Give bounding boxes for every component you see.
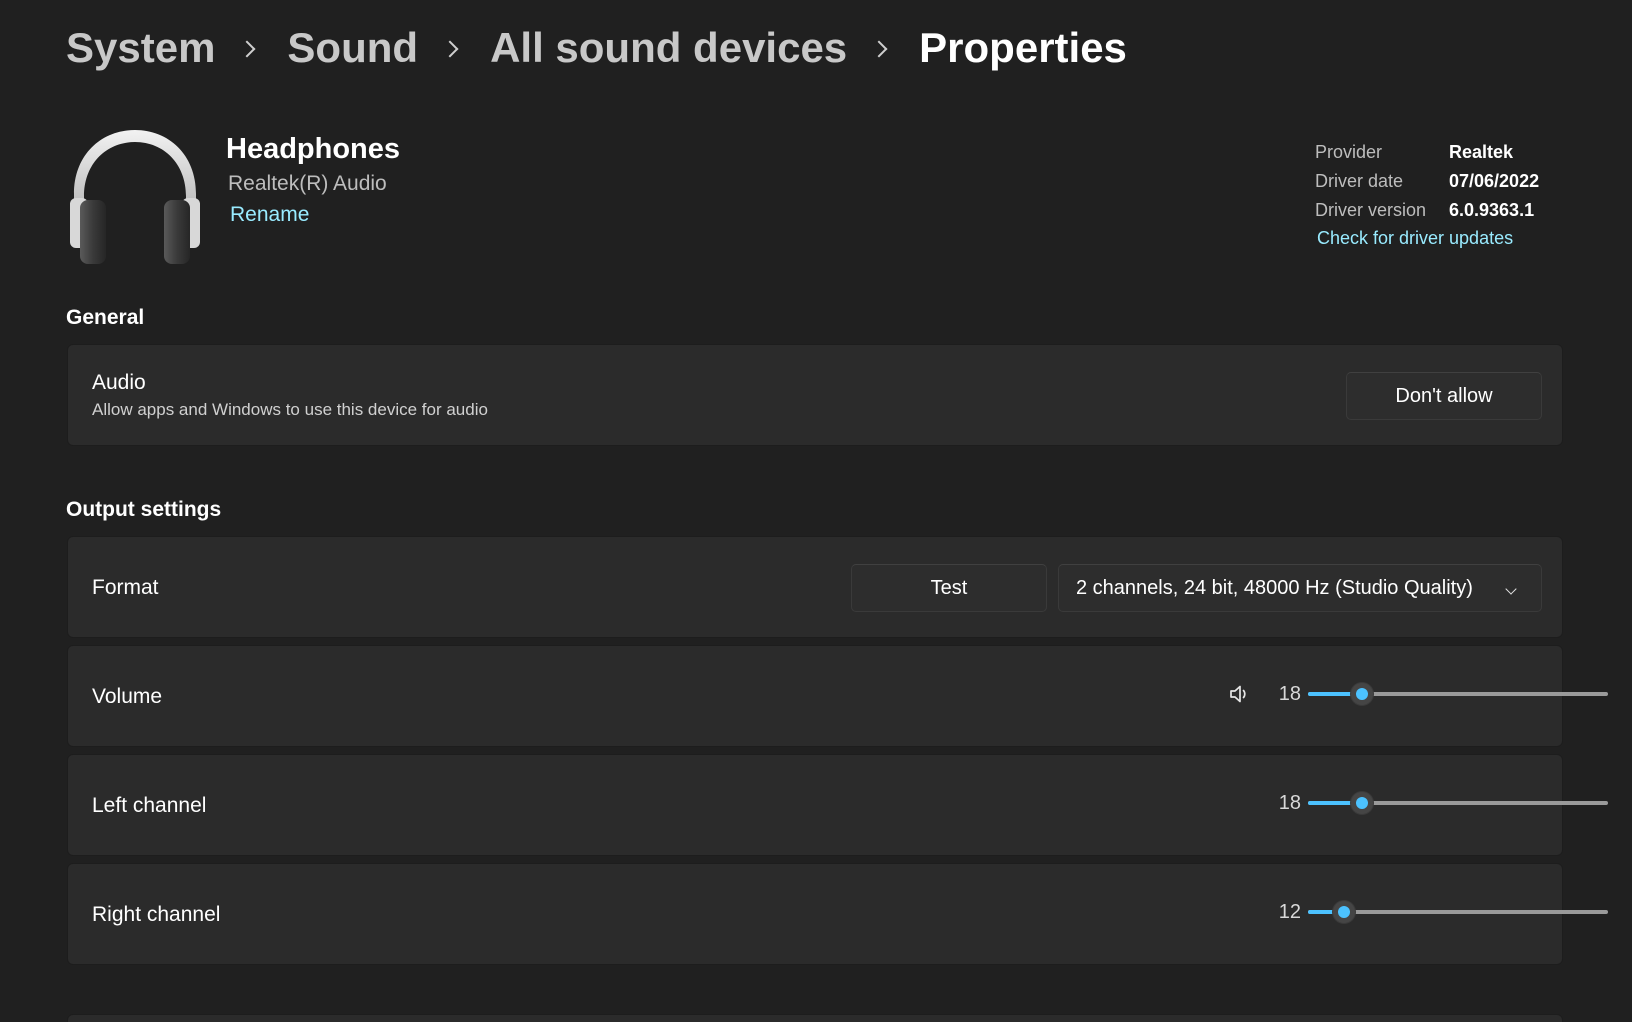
driver-value: 07/06/2022	[1449, 171, 1540, 191]
headphones-icon	[70, 130, 200, 264]
chevron-right-icon	[870, 40, 888, 58]
volume-value: 18	[1278, 683, 1301, 705]
audio-title: Audio	[92, 371, 146, 394]
driver-row-version: Driver version 6.0.9363.1	[1315, 196, 1539, 225]
volume-title: Volume	[92, 685, 163, 708]
slider-thumb[interactable]	[1332, 900, 1356, 924]
breadcrumb: System Sound All sound devices Propertie…	[66, 24, 1127, 72]
volume-slider[interactable]	[1308, 682, 1608, 706]
next-card-partial	[67, 1014, 1563, 1022]
audio-card: Audio Allow apps and Windows to use this…	[67, 344, 1563, 446]
right-channel-card: Right channel 12	[67, 863, 1608, 965]
right-channel-value: 12	[1278, 901, 1301, 923]
driver-label: Driver version	[1315, 200, 1427, 220]
sound-properties-page: System Sound All sound devices Propertie…	[0, 0, 1632, 1022]
dont-allow-button[interactable]: Don't allow	[1346, 372, 1542, 420]
format-title: Format	[92, 576, 159, 599]
device-subtitle: Realtek(R) Audio	[228, 172, 387, 195]
driver-label: Driver date	[1315, 171, 1404, 191]
breadcrumb-sound[interactable]: Sound	[287, 24, 418, 72]
slider-thumb[interactable]	[1350, 791, 1374, 815]
page-title: Properties	[919, 24, 1127, 71]
chevron-down-icon	[1505, 583, 1517, 595]
rename-link[interactable]: Rename	[230, 203, 309, 227]
chevron-right-icon	[441, 40, 459, 58]
driver-row-provider: Provider Realtek	[1315, 138, 1539, 167]
slider-thumb[interactable]	[1350, 682, 1374, 706]
left-channel-card: Left channel 18	[67, 754, 1608, 856]
breadcrumb-all-sound-devices[interactable]: All sound devices	[490, 24, 847, 72]
right-channel-slider[interactable]	[1308, 900, 1608, 924]
left-channel-value: 18	[1278, 792, 1301, 814]
chevron-right-icon	[238, 40, 256, 58]
left-channel-title: Left channel	[92, 794, 207, 817]
left-channel-slider[interactable]	[1308, 791, 1608, 815]
volume-card: Volume 18	[67, 645, 1608, 747]
driver-row-date: Driver date 07/06/2022	[1315, 167, 1539, 196]
driver-info: Provider Realtek Driver date 07/06/2022 …	[1315, 138, 1539, 225]
check-driver-updates-link[interactable]: Check for driver updates	[1317, 228, 1513, 249]
format-card: Format Test 2 channels, 24 bit, 48000 Hz…	[67, 536, 1563, 638]
driver-value: Realtek	[1449, 142, 1514, 162]
format-selected-value: 2 channels, 24 bit, 48000 Hz (Studio Qua…	[1076, 576, 1473, 599]
section-title-output: Output settings	[66, 498, 222, 521]
breadcrumb-system[interactable]: System	[66, 24, 215, 72]
driver-value: 6.0.9363.1	[1449, 200, 1535, 220]
speaker-icon[interactable]	[1228, 682, 1252, 706]
audio-description: Allow apps and Windows to use this devic…	[92, 400, 488, 419]
device-name: Headphones	[226, 133, 401, 165]
driver-label: Provider	[1315, 142, 1383, 162]
test-button[interactable]: Test	[851, 564, 1047, 612]
section-title-general: General	[66, 306, 145, 329]
format-dropdown[interactable]: 2 channels, 24 bit, 48000 Hz (Studio Qua…	[1058, 564, 1542, 612]
right-channel-title: Right channel	[92, 903, 221, 926]
